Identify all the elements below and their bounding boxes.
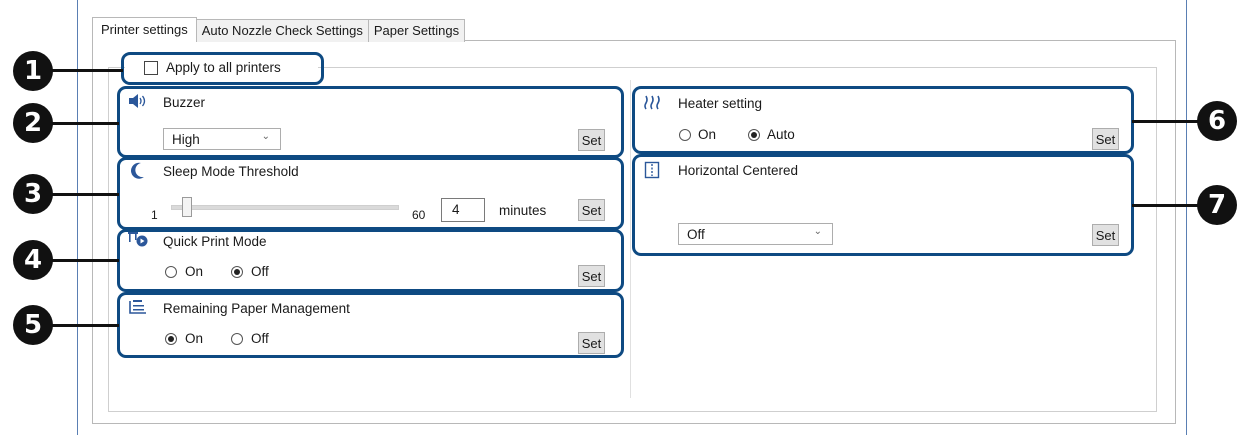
callout-frame-2 bbox=[117, 86, 624, 158]
callout-connector-3 bbox=[50, 193, 119, 196]
callout-frame-7 bbox=[632, 154, 1134, 256]
window-right-border bbox=[1186, 0, 1187, 435]
column-divider bbox=[630, 80, 631, 398]
callout-connector-4 bbox=[50, 259, 119, 262]
tab-auto-nozzle-check-settings[interactable]: Auto Nozzle Check Settings bbox=[195, 19, 369, 42]
callout-badge-5: 5 bbox=[13, 305, 53, 345]
tab-strip: Printer settings Auto Nozzle Check Setti… bbox=[92, 17, 466, 42]
tab-printer-settings[interactable]: Printer settings bbox=[92, 17, 197, 42]
callout-badge-4: 4 bbox=[13, 240, 53, 280]
callout-badge-6: 6 bbox=[1197, 101, 1237, 141]
callout-frame-1 bbox=[121, 52, 324, 85]
callout-connector-7 bbox=[1132, 204, 1202, 207]
callout-frame-4 bbox=[117, 229, 624, 292]
callout-frame-5 bbox=[117, 292, 624, 358]
callout-frame-3 bbox=[117, 157, 624, 230]
callout-badge-2: 2 bbox=[13, 103, 53, 143]
callout-frame-6 bbox=[632, 86, 1134, 154]
callout-connector-1 bbox=[50, 69, 123, 72]
callout-connector-6 bbox=[1132, 120, 1202, 123]
callout-badge-1: 1 bbox=[13, 51, 53, 91]
callout-connector-2 bbox=[50, 122, 119, 125]
window-left-border bbox=[77, 0, 78, 435]
callout-badge-7: 7 bbox=[1197, 185, 1237, 225]
callout-connector-5 bbox=[50, 324, 119, 327]
callout-badge-3: 3 bbox=[13, 174, 53, 214]
tab-paper-settings[interactable]: Paper Settings bbox=[367, 19, 466, 42]
